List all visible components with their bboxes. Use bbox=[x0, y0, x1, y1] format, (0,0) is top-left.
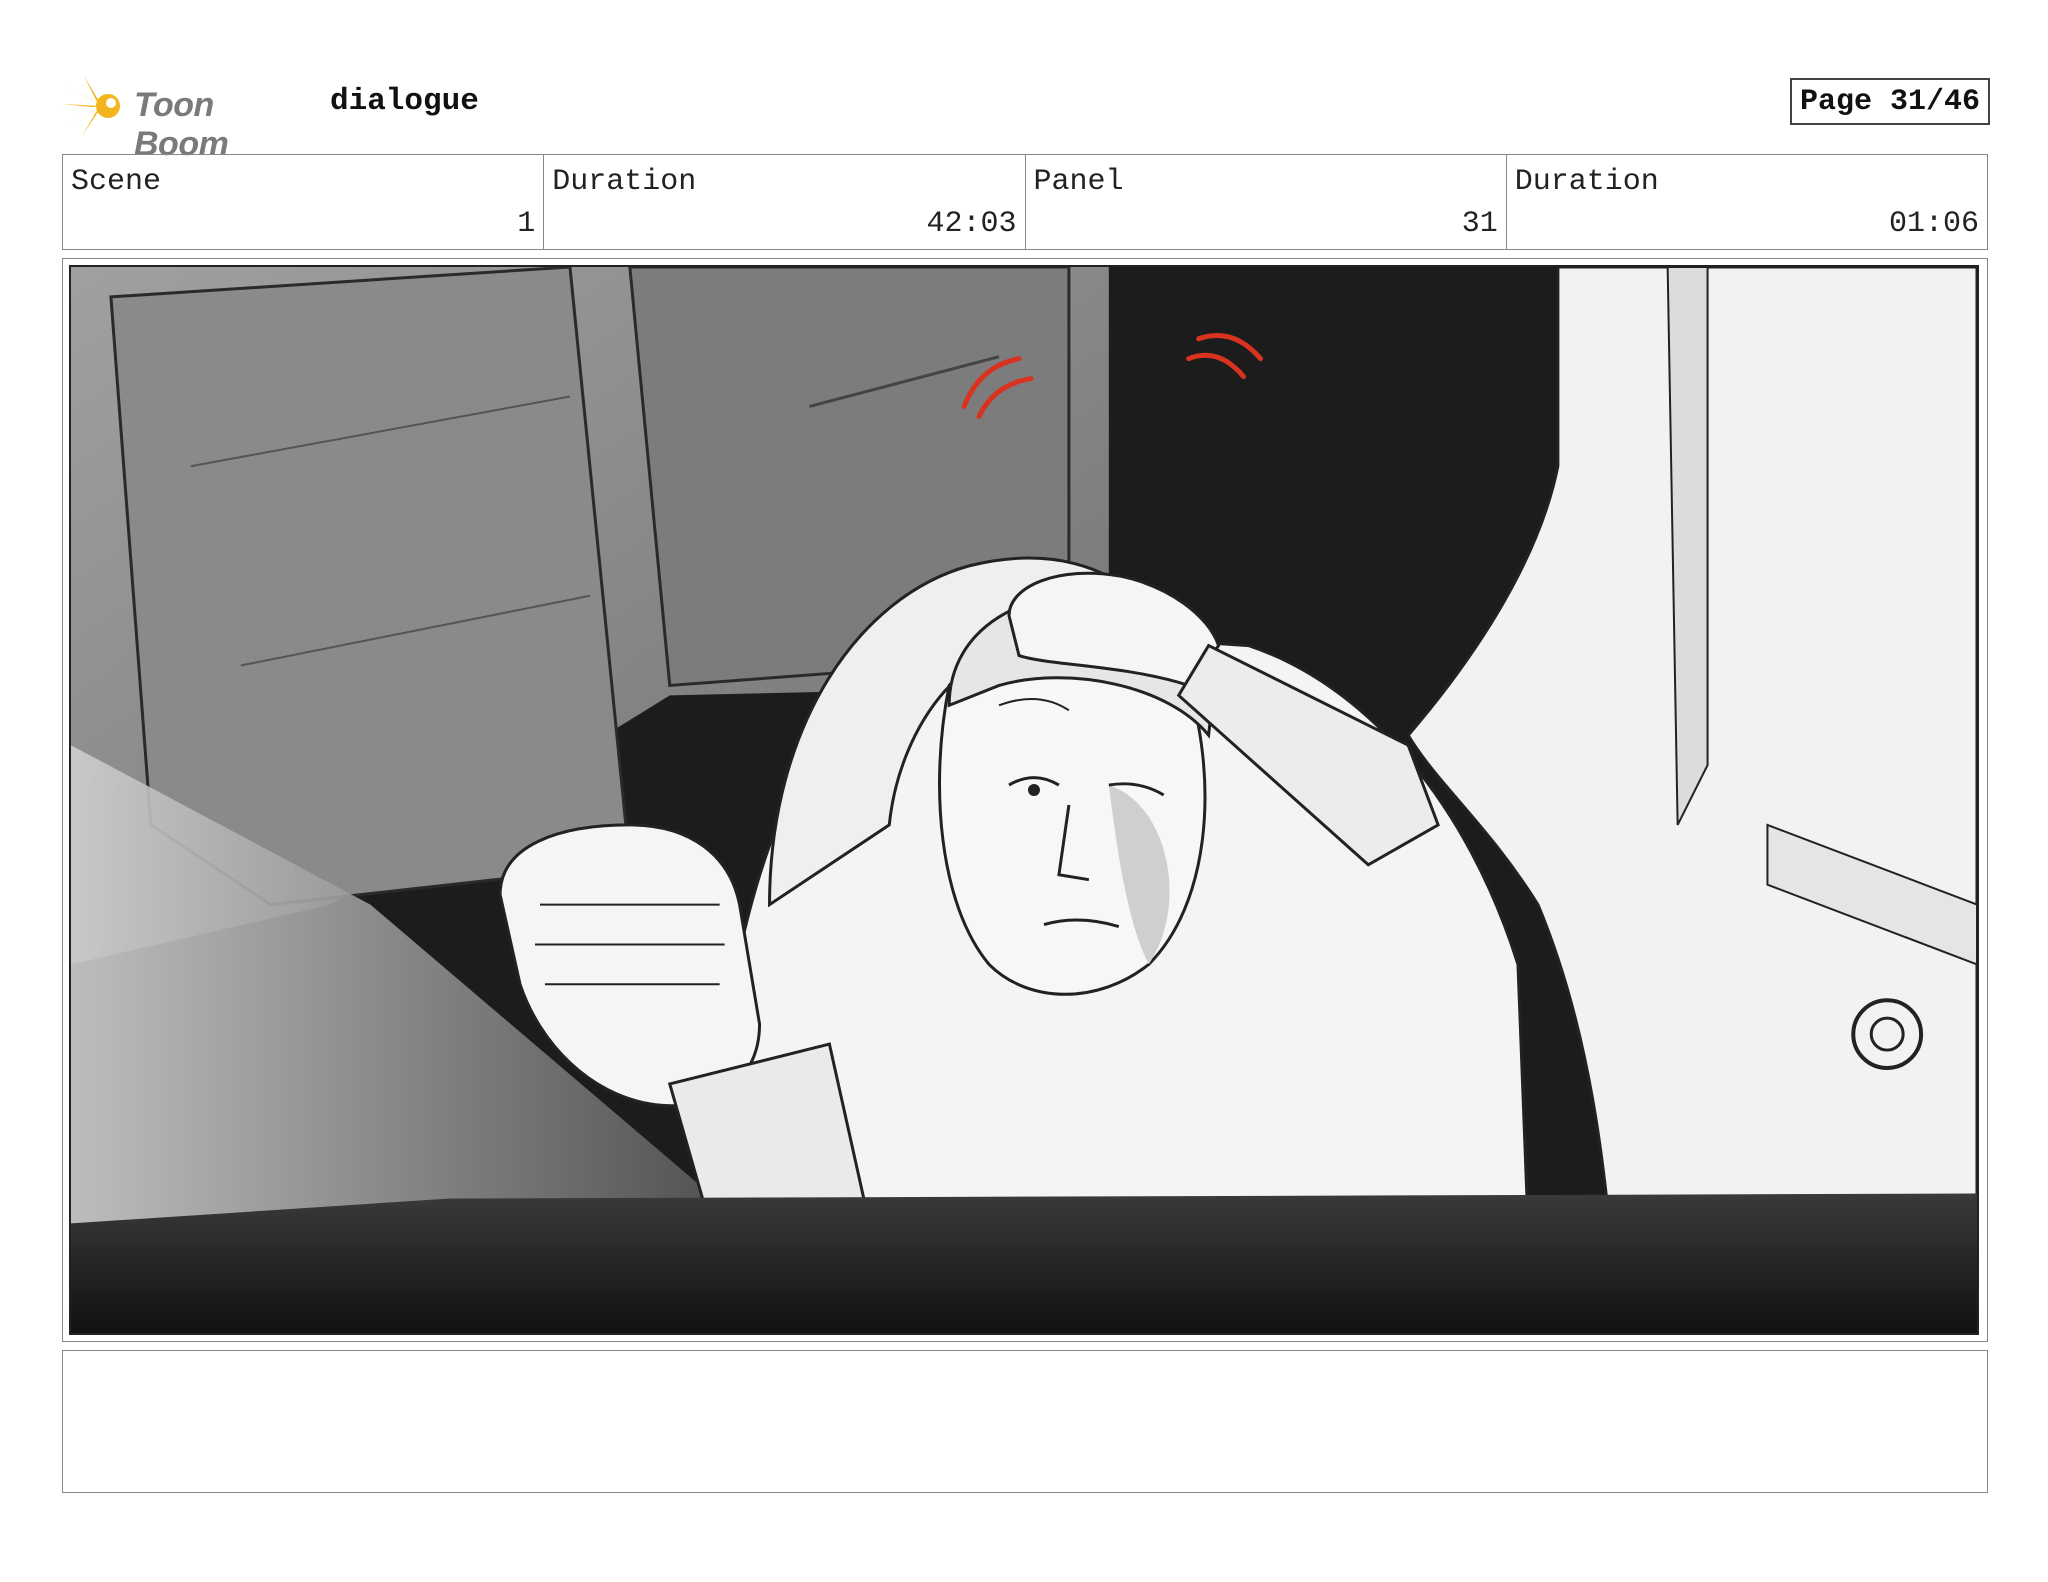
panel-duration-label: Duration bbox=[1514, 165, 1659, 199]
scene-duration-cell: Duration 42:03 bbox=[544, 155, 1026, 249]
toon-boom-logo: Toon Boom bbox=[62, 74, 312, 163]
panel-frame bbox=[62, 258, 1988, 1342]
panel-duration-value: 01:06 bbox=[1888, 207, 1979, 241]
panel-notes-box[interactable] bbox=[62, 1350, 1988, 1493]
scene-info-row: Scene 1 Duration 42:03 Panel 31 Duration… bbox=[62, 154, 1988, 250]
storyboard-sketch bbox=[71, 267, 1977, 1333]
panel-duration-cell: Duration 01:06 bbox=[1507, 155, 1987, 249]
starburst-icon bbox=[62, 76, 120, 136]
project-title: dialogue bbox=[330, 84, 479, 119]
panel-label: Panel bbox=[1033, 165, 1124, 199]
scene-cell: Scene 1 bbox=[63, 155, 545, 249]
panel-number: 31 bbox=[1461, 207, 1498, 241]
brand-name: Toon Boom bbox=[134, 86, 229, 163]
scene-label: Scene bbox=[71, 165, 162, 199]
scene-duration-label: Duration bbox=[552, 165, 697, 199]
panel-drawing bbox=[69, 265, 1979, 1335]
panel-cell: Panel 31 bbox=[1026, 155, 1507, 249]
storyboard-header: Toon Boom dialogue Page 31/46 bbox=[62, 68, 1990, 163]
scene-number: 1 bbox=[517, 207, 536, 241]
scene-duration-value: 42:03 bbox=[926, 207, 1017, 241]
page-indicator: Page 31/46 bbox=[1789, 78, 1990, 125]
